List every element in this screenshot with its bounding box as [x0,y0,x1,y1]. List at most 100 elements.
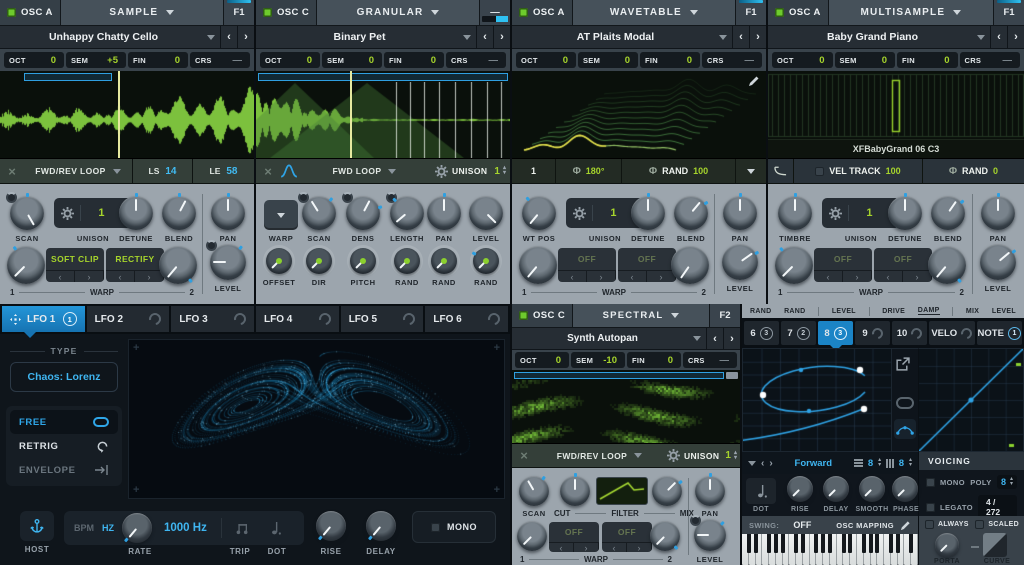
oct-field[interactable]: OCT0 [516,52,576,68]
gear-icon[interactable] [61,207,74,220]
blend-knob[interactable] [674,196,708,230]
tab-lfo-3[interactable]: LFO 3 [171,306,254,332]
rand-knob[interactable] [431,248,457,274]
dens-knob[interactable] [346,196,380,230]
tab-mod-8[interactable]: 83 [818,321,853,345]
external-link-icon[interactable] [895,357,910,372]
rand-knob[interactable] [394,248,420,274]
piano-keyboard[interactable] [742,534,918,565]
tab-lfo-4[interactable]: LFO 4 [256,306,339,332]
mono-checkbox[interactable] [431,523,440,532]
scan-knob[interactable] [10,196,44,230]
lfo-type-selector[interactable]: Chaos: Lorenz [10,362,118,392]
tab-velo[interactable]: VELO [929,321,975,345]
oct-field[interactable]: OCT0 [515,352,569,368]
loop-off-icon[interactable] [256,164,280,179]
phase-rand-field[interactable]: ΦRAND0 [923,159,1024,183]
porta-curve-selector[interactable] [983,533,1007,557]
piano-black-key[interactable] [869,534,873,553]
stepper-icon[interactable] [909,458,912,468]
tab-mod-10[interactable]: 10 [892,321,927,345]
crs-field[interactable]: CRS— [960,52,1021,68]
warp1-mode[interactable]: OFF [549,522,599,552]
piano-black-key[interactable] [821,534,825,553]
piano-black-key[interactable] [781,534,785,553]
detune-knob[interactable] [631,196,665,230]
oct-field[interactable]: OCT0 [4,52,64,68]
detune-knob[interactable] [888,196,922,230]
grid-x-value[interactable]: 8 [899,458,904,469]
next-preset-button[interactable] [237,26,254,48]
loop-off-icon[interactable] [0,164,24,179]
chevron-down-icon[interactable] [748,461,756,466]
tab-note[interactable]: NOTE1 [977,321,1023,345]
routing-slot[interactable]: F1 [994,0,1024,25]
piano-black-key[interactable] [814,534,818,553]
preset-dropdown-icon[interactable] [977,35,985,40]
prev-icon[interactable] [558,271,587,282]
warp1-mode[interactable]: SOFT CLIP [46,248,104,282]
tab-mod-6[interactable]: 63 [744,321,779,345]
prev-icon[interactable] [46,271,75,282]
vel-track-field[interactable]: VEL TRACK100 [794,159,923,183]
prev-preset-button[interactable] [706,328,723,349]
stepper-icon[interactable] [503,166,506,176]
next-icon[interactable] [75,271,104,282]
smooth-knob[interactable] [859,476,885,502]
pitch-knob[interactable] [350,248,376,274]
piano-black-key[interactable] [842,534,846,553]
piano-black-key[interactable] [801,534,805,553]
routing-slot[interactable]: F1 [224,0,254,25]
lfo-mode-retrig[interactable]: RETRIG [10,434,118,458]
timbre-knob[interactable] [778,196,812,230]
osc-enable-led[interactable] [519,311,528,320]
dir-knob[interactable] [306,248,332,274]
preset-name[interactable]: Binary Pet [256,31,463,43]
triplet-icon[interactable] [236,522,252,535]
phase-field[interactable]: Φ180° [556,159,622,183]
piano-black-key[interactable] [909,534,913,553]
always-checkbox[interactable] [925,520,934,529]
pan-knob[interactable] [427,196,461,230]
warp1-knob[interactable] [7,246,45,284]
tab-lfo-6[interactable]: LFO 6 [425,306,508,332]
wtpos-knob[interactable] [522,196,556,230]
prev-preset-button[interactable] [476,26,493,48]
bpm-toggle[interactable]: BPM [74,523,94,533]
multisample-zone-display[interactable]: XFBabyGrand 06 C3 [768,71,1024,159]
porta-knob[interactable] [935,533,959,557]
pan-knob[interactable] [981,196,1015,230]
fin-field[interactable]: FIN0 [384,52,444,68]
loop-mode-dropdown[interactable]: FWD/REV LOOP [536,451,663,461]
pan-knob[interactable] [695,476,725,506]
piano-black-key[interactable] [754,534,758,553]
crs-field[interactable]: CRS— [446,52,506,68]
detune-knob[interactable] [119,196,153,230]
wavetable-3d-display[interactable] [512,71,766,159]
loop-mode-dropdown[interactable]: FWD LOOP [298,166,431,176]
loop-region[interactable] [258,73,508,81]
sem-field[interactable]: SEM0 [835,52,896,68]
warp2-knob[interactable] [650,521,680,551]
tab-mod-9[interactable]: 9 [855,321,890,345]
unison-value[interactable]: 1 [725,450,731,461]
osc-enable-led[interactable] [519,8,528,17]
poly-stepper[interactable]: 8 [997,475,1017,489]
level-knob[interactable] [210,244,246,280]
offset-knob[interactable] [266,248,292,274]
pan-knob[interactable] [211,196,245,230]
loop-region[interactable] [514,372,724,379]
sem-field[interactable]: SEM0 [578,52,638,68]
voices-field[interactable]: 1 [512,159,556,183]
preset-name[interactable]: Unhappy Chatty Cello [0,31,207,43]
warp1-knob[interactable] [775,246,813,284]
unison-value[interactable]: 1 [87,207,116,219]
stepper-icon[interactable] [878,458,881,468]
next-preset-button[interactable] [493,26,510,48]
grid-y-value[interactable]: 8 [868,458,873,469]
oct-field[interactable]: OCT0 [260,52,320,68]
prev-shape-button[interactable] [761,458,764,469]
next-preset-button[interactable] [749,26,766,48]
sem-field[interactable]: SEM-10 [571,352,625,368]
piano-black-key[interactable] [794,534,798,553]
